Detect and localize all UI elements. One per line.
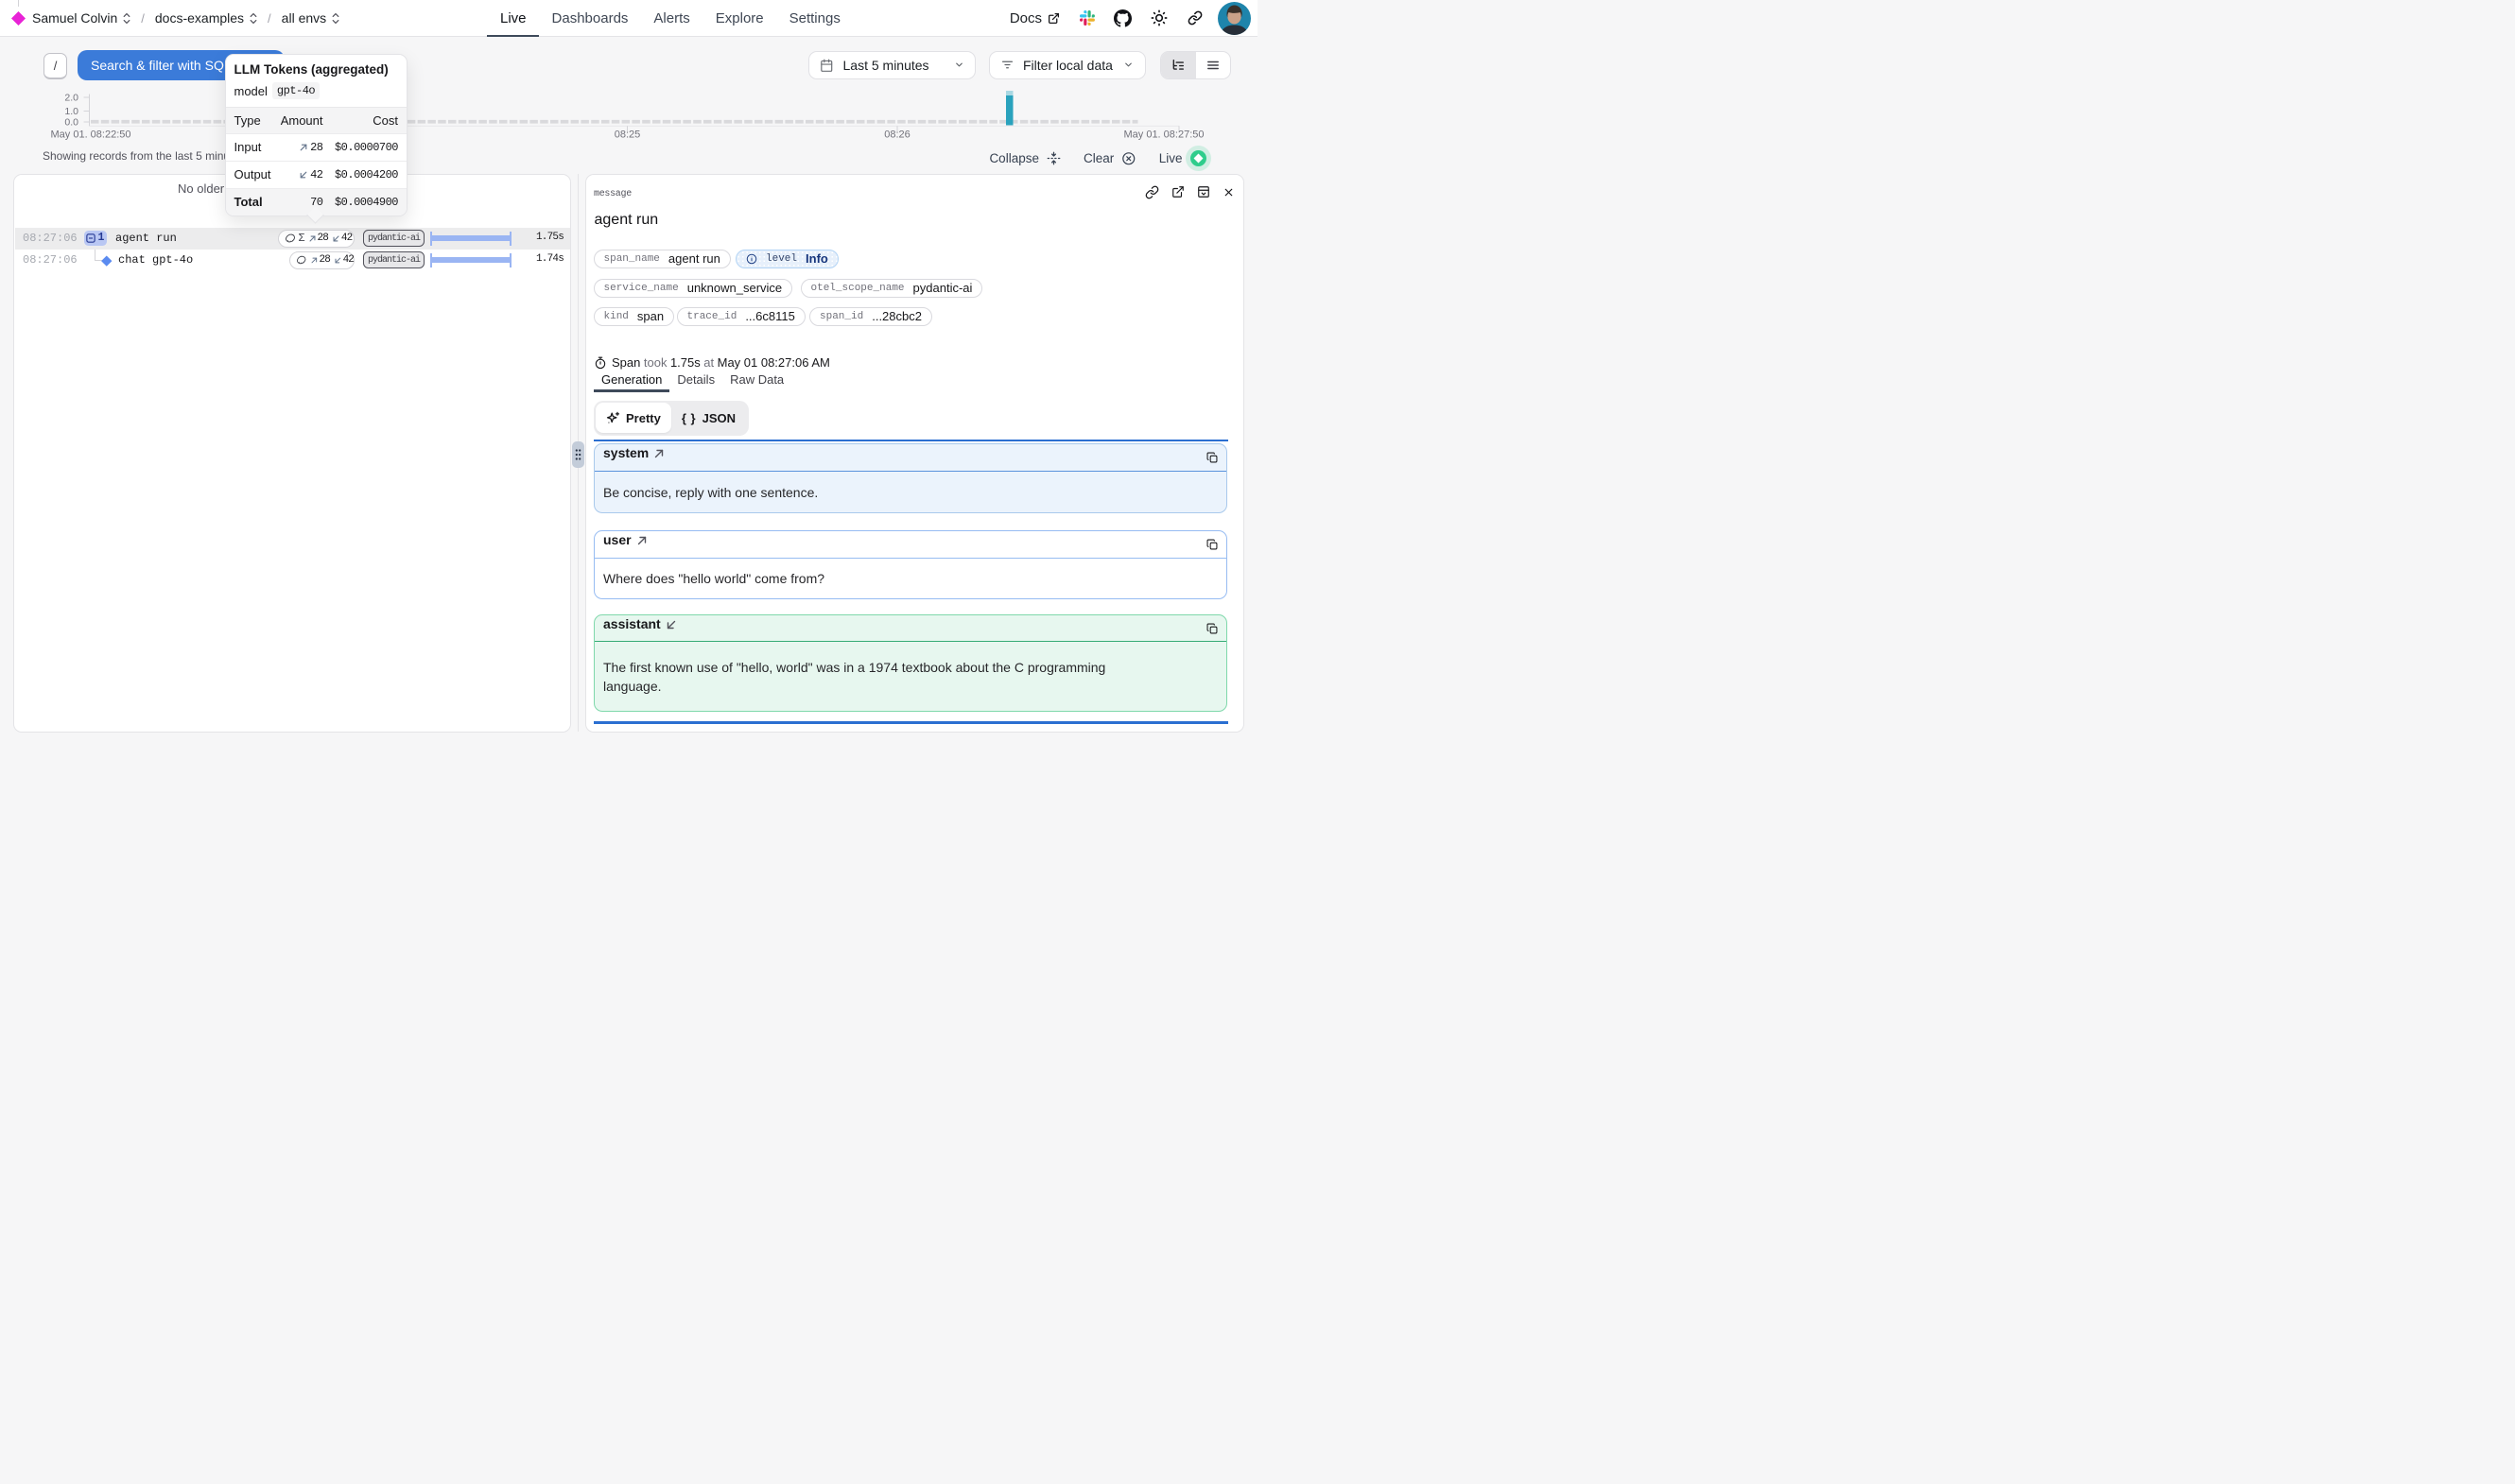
svg-text:May 01. 08:22:50: May 01. 08:22:50 xyxy=(51,129,131,141)
svg-text:08:25: 08:25 xyxy=(615,129,641,141)
svg-text:2.0: 2.0 xyxy=(64,93,78,104)
svg-text:May 01. 08:27:50: May 01. 08:27:50 xyxy=(1123,129,1204,141)
svg-text:1.0: 1.0 xyxy=(64,106,78,117)
svg-text:08:26: 08:26 xyxy=(884,129,911,141)
svg-text:0.0: 0.0 xyxy=(64,117,78,129)
